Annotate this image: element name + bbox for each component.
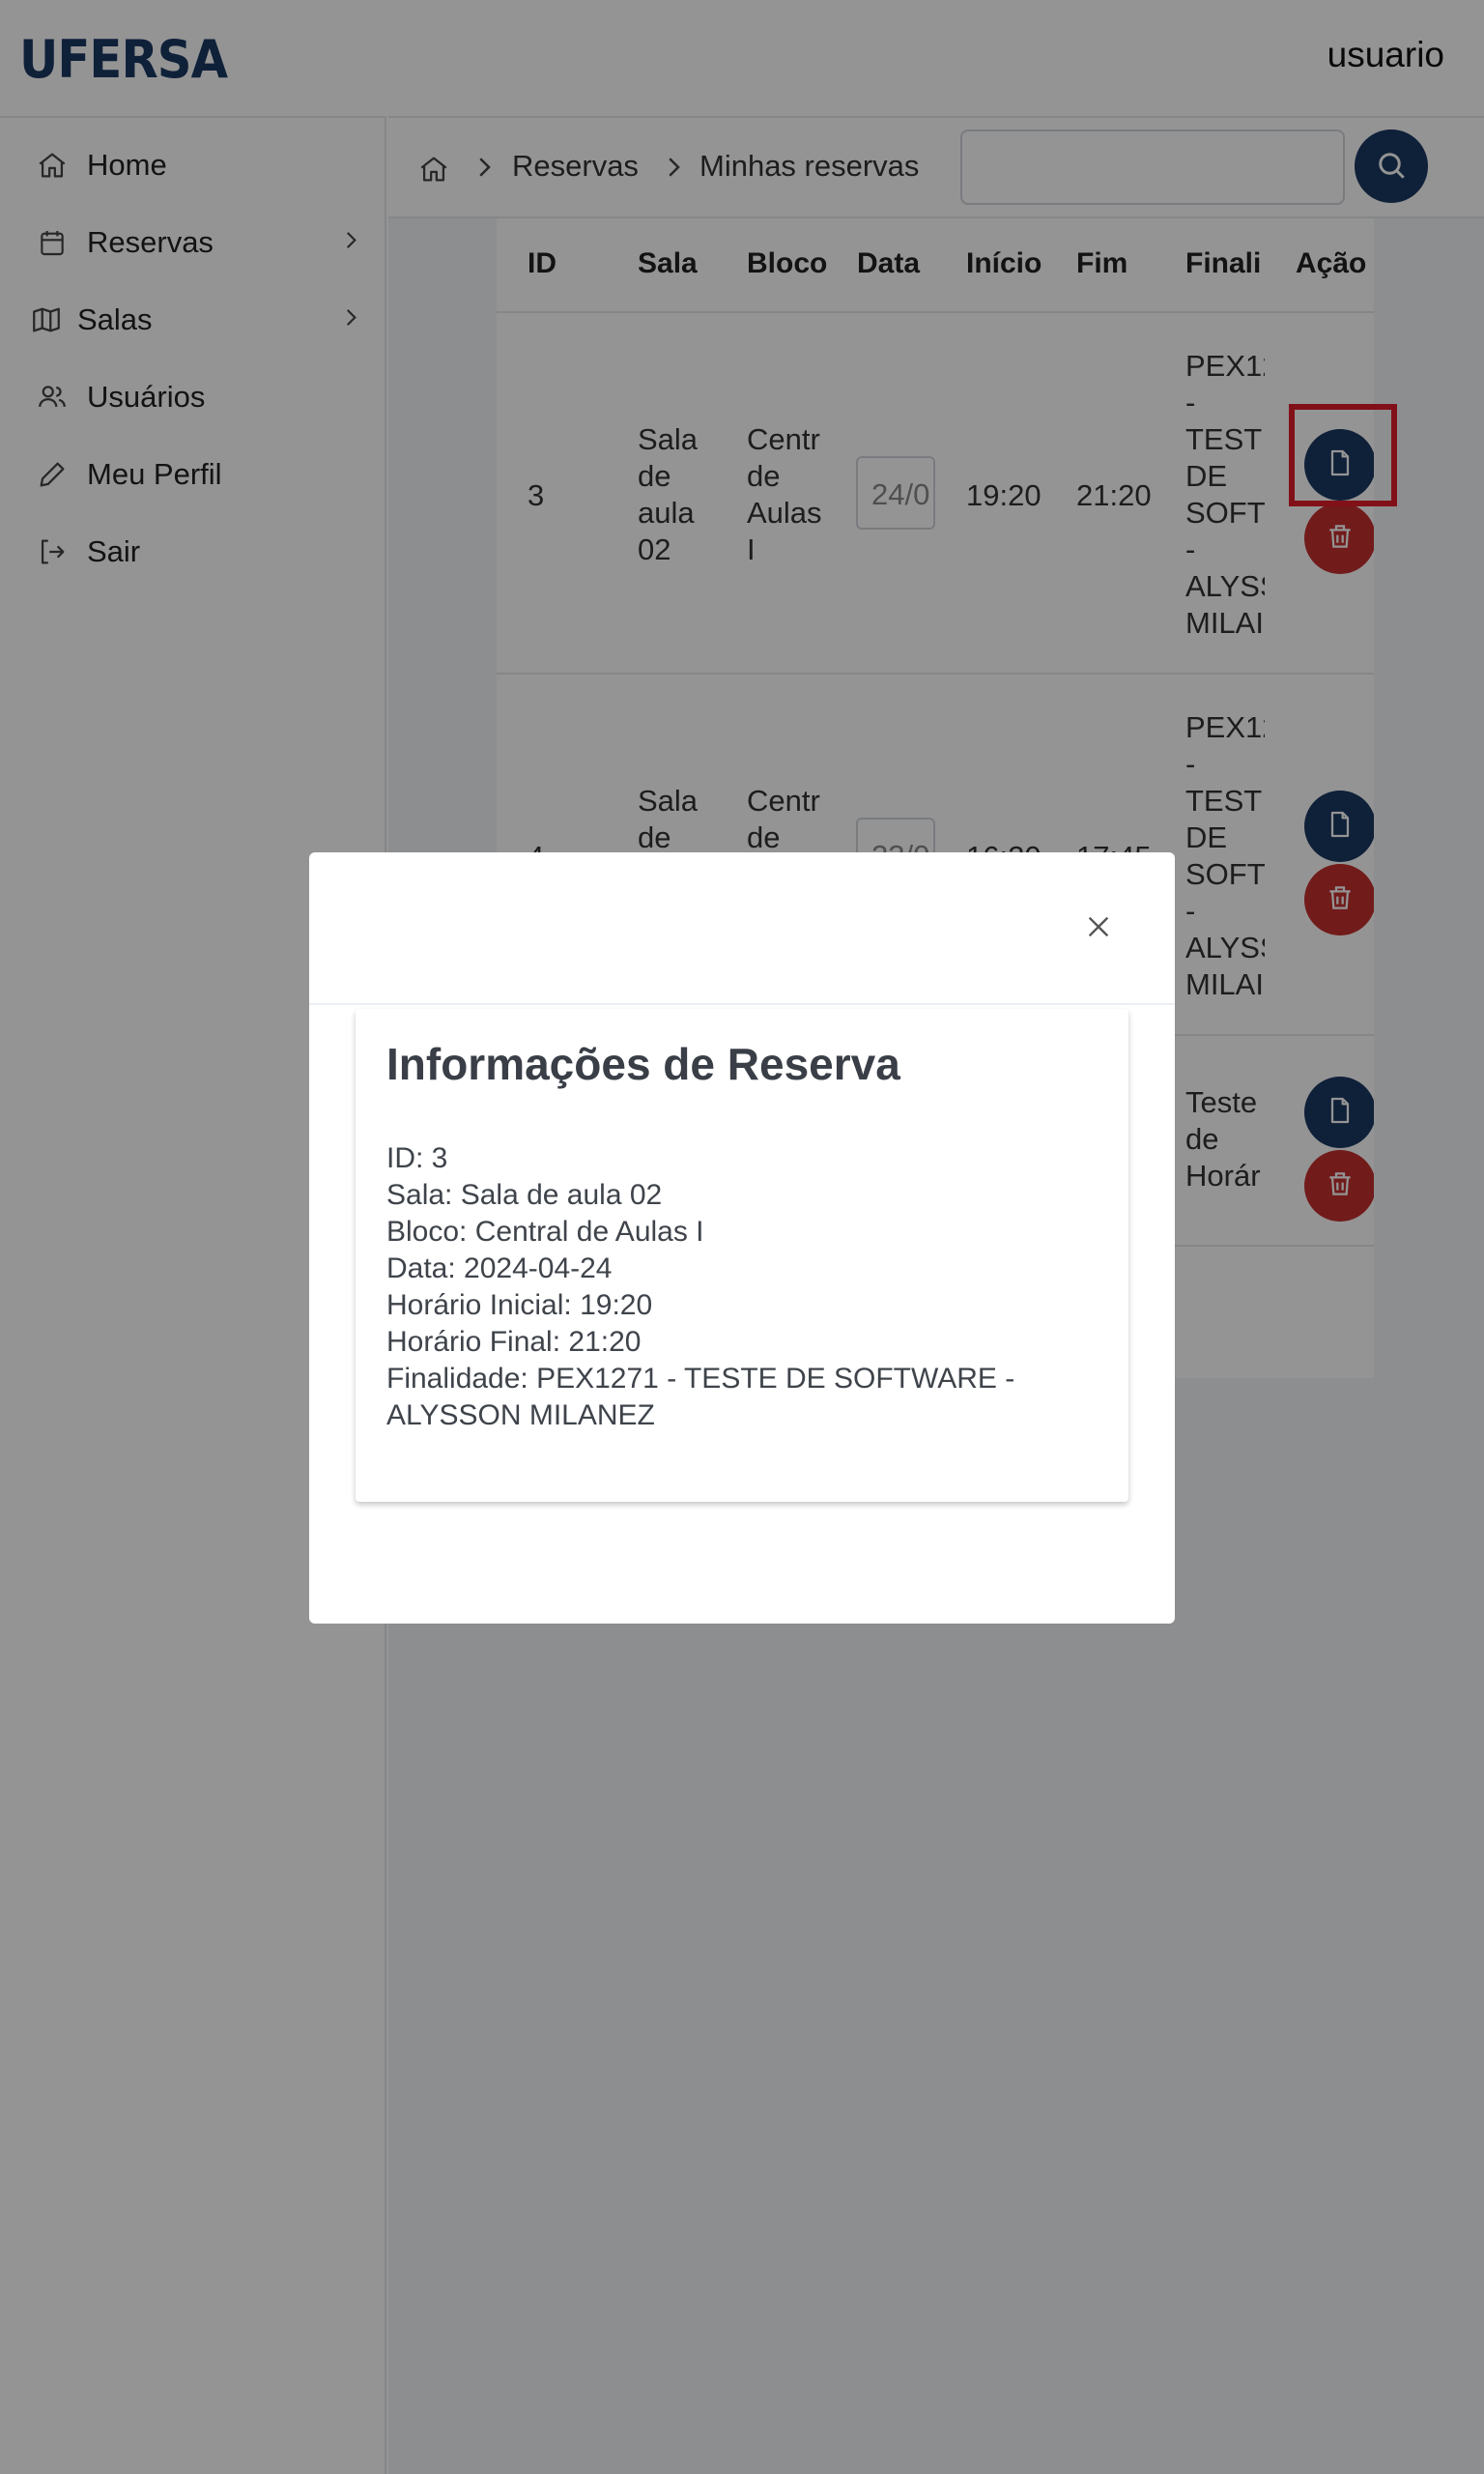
detail-data: Data: 2024-04-24 bbox=[386, 1252, 613, 1284]
detail-bloco: Bloco: Central de Aulas I bbox=[386, 1216, 704, 1248]
detail-horario-final: Horário Final: 21:20 bbox=[386, 1326, 642, 1358]
detail-id: ID: 3 bbox=[386, 1142, 448, 1174]
detail-sala: Sala: Sala de aula 02 bbox=[386, 1179, 663, 1211]
reservation-info-card: Informações de Reserva ID: 3 Sala: Sala … bbox=[356, 1009, 1128, 1502]
detail-finalidade-cont: ALYSSON MILANEZ bbox=[386, 1399, 655, 1431]
modal-header bbox=[309, 852, 1175, 1005]
reservation-details: ID: 3 Sala: Sala de aula 02 Bloco: Centr… bbox=[386, 1140, 1063, 1434]
close-button[interactable] bbox=[1080, 910, 1117, 947]
modal-title: Informações de Reserva bbox=[386, 1039, 900, 1089]
close-icon bbox=[1083, 911, 1114, 947]
reservation-info-modal: Informações de Reserva ID: 3 Sala: Sala … bbox=[309, 852, 1175, 1624]
detail-horario-inicial: Horário Inicial: 19:20 bbox=[386, 1289, 653, 1321]
detail-finalidade: Finalidade: PEX1271 - TESTE DE SOFTWARE … bbox=[386, 1363, 1015, 1395]
